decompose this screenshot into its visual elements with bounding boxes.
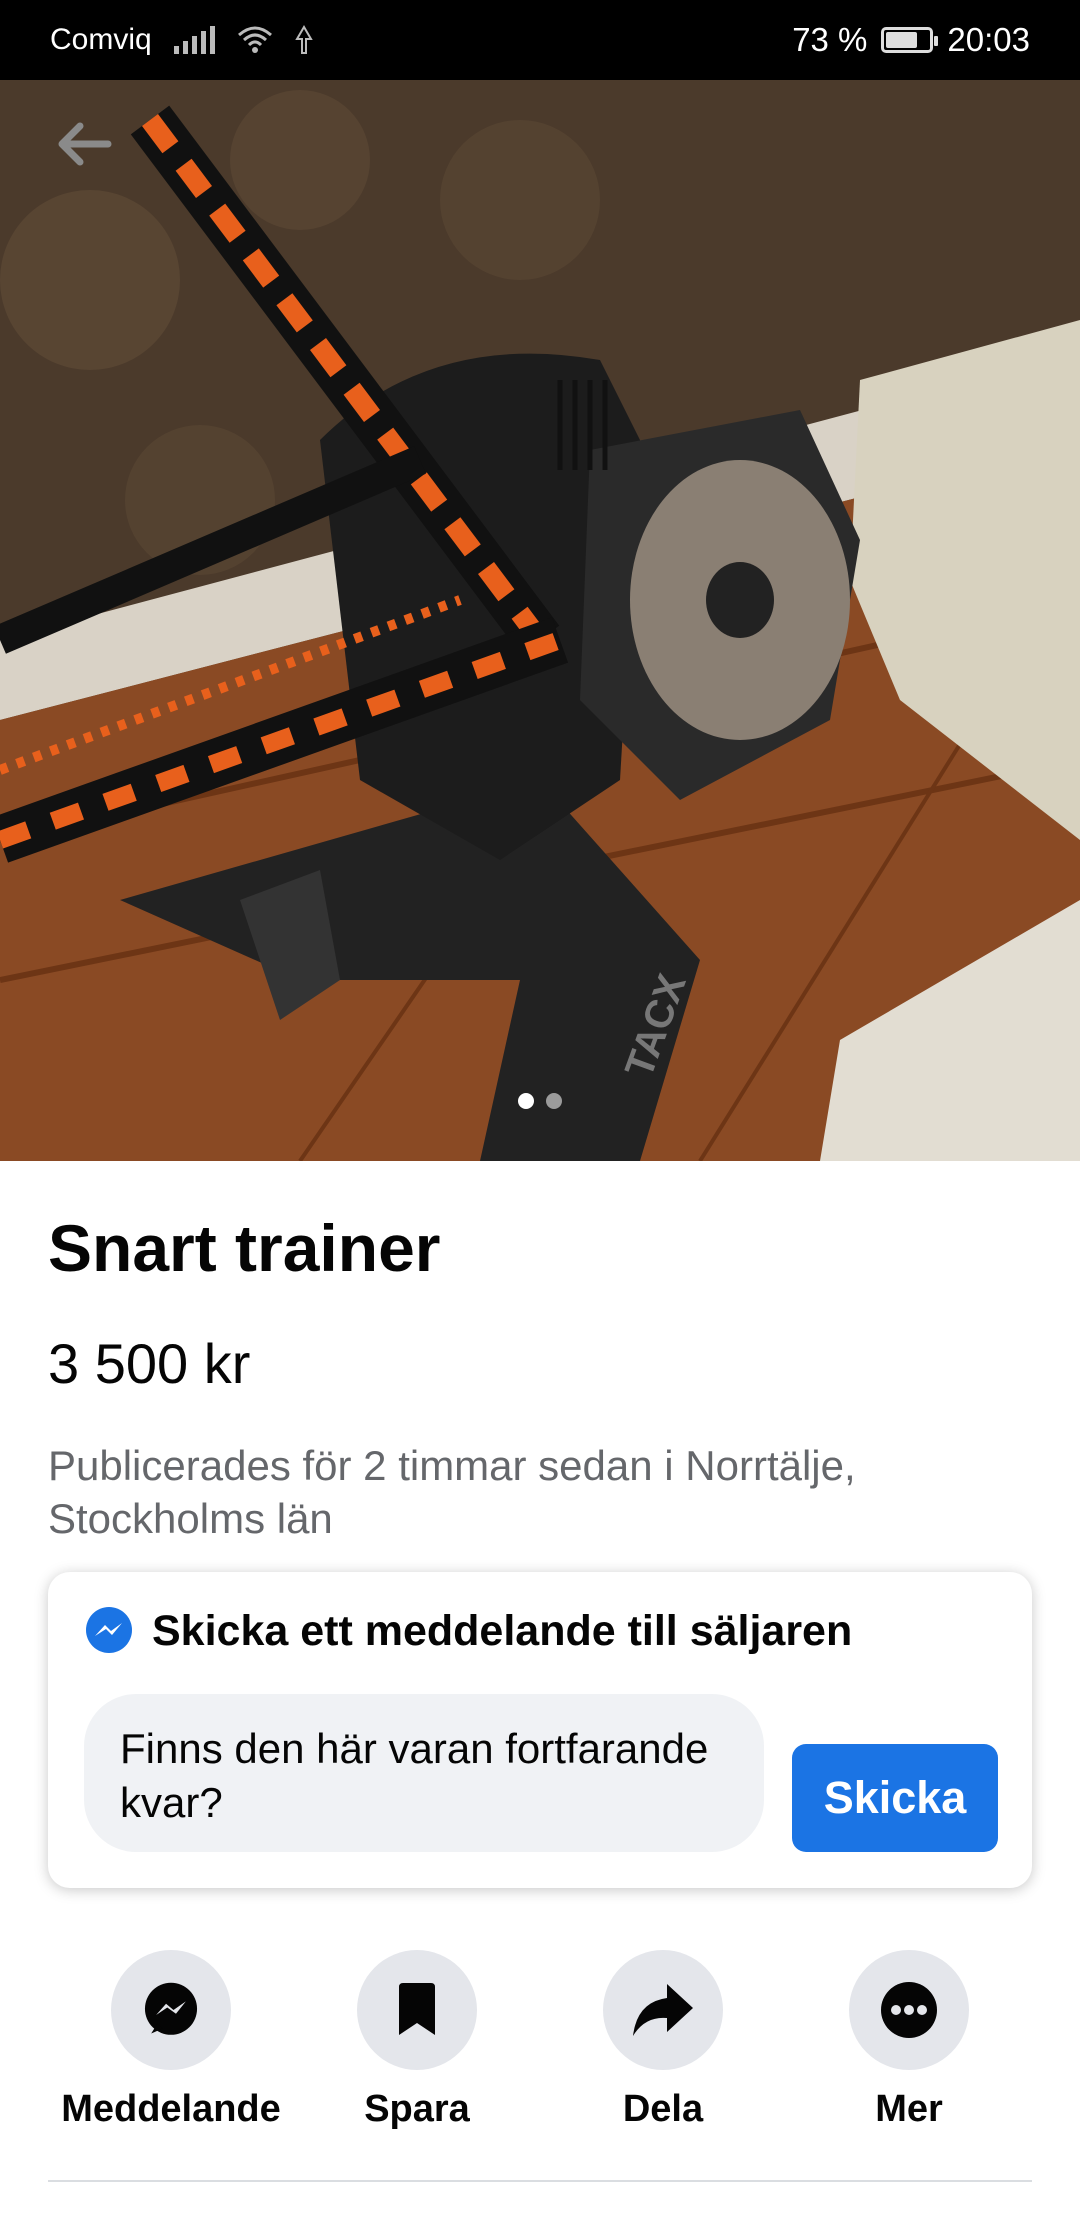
action-more-circle[interactable] xyxy=(849,1950,969,2070)
back-button[interactable] xyxy=(56,122,122,188)
photo-illustration: TACX xyxy=(0,80,1080,1161)
send-button[interactable]: Skicka xyxy=(792,1744,998,1852)
status-bar: Comviq 73 % 20:03 xyxy=(0,0,1080,80)
listing-published-info: Publicerades för 2 timmar sedan i Norrtä… xyxy=(48,1442,856,1543)
clock: 20:03 xyxy=(947,21,1030,58)
photo-pagination xyxy=(0,1093,1080,1109)
messenger-icon xyxy=(86,1607,132,1653)
marketplace-listing-screen: Comviq 73 % 20:03 TACX Snart trainer 3 5… xyxy=(0,0,1080,2240)
signal-icon xyxy=(173,26,215,54)
action-label: Mer xyxy=(875,2088,943,2130)
action-share[interactable]: Dela xyxy=(540,1950,786,2131)
action-label: Dela xyxy=(622,2088,704,2130)
action-save-circle[interactable] xyxy=(357,1950,477,2070)
action-message-circle[interactable] xyxy=(111,1950,231,2070)
battery-icon xyxy=(881,27,939,53)
bookmark-icon xyxy=(399,1983,435,2035)
listing-price: 3 500 kr xyxy=(48,1331,251,1395)
pagination-dot[interactable] xyxy=(518,1093,534,1109)
wifi-icon xyxy=(237,26,272,53)
battery-level xyxy=(886,32,918,48)
message-input[interactable]: Finns den här varan fortfarande kvar? xyxy=(84,1694,764,1852)
message-card-heading: Skicka ett meddelande till säljaren xyxy=(152,1606,853,1655)
battery-percent: 73 % xyxy=(792,21,868,58)
listing-photo[interactable]: TACX xyxy=(0,80,1080,1161)
listing-details: Snart trainer 3 500 kr Publicerades för … xyxy=(48,1161,1032,1546)
back-arrow-icon xyxy=(58,122,112,166)
more-icon xyxy=(881,1982,937,2038)
pagination-dot[interactable] xyxy=(546,1093,562,1109)
section-divider xyxy=(48,2180,1032,2182)
message-card-header: Skicka ett meddelande till säljaren xyxy=(84,1606,852,1656)
action-label: Spara xyxy=(364,2088,470,2130)
listing-title: Snart trainer xyxy=(48,1211,441,1285)
action-label: Meddelande xyxy=(61,2088,281,2130)
action-more[interactable]: Mer xyxy=(786,1950,1032,2131)
carrier-name: Comviq xyxy=(50,23,152,56)
action-save[interactable]: Spara xyxy=(294,1950,540,2131)
action-row: Meddelande Spara Dela Mer xyxy=(48,1950,1032,2131)
message-seller-card: Skicka ett meddelande till säljaren Finn… xyxy=(48,1572,1032,1888)
action-message[interactable]: Meddelande xyxy=(48,1950,294,2131)
messenger-icon xyxy=(144,1982,198,2035)
action-share-circle[interactable] xyxy=(603,1950,723,2070)
share-icon xyxy=(633,1984,693,2036)
data-arrow-icon xyxy=(294,25,313,54)
